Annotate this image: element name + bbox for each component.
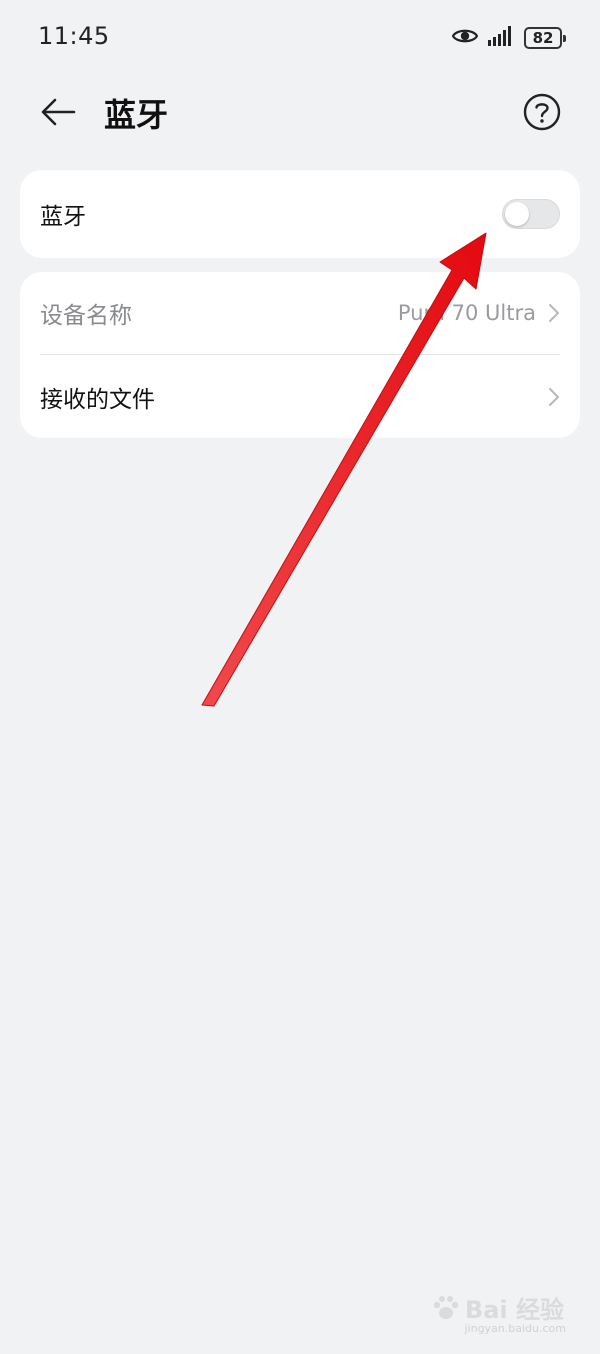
device-card: 设备名称 Pura 70 Ultra 接收的文件 [20, 272, 580, 438]
signal-icon [488, 26, 514, 50]
device-name-label: 设备名称 [40, 303, 132, 329]
device-name-value: Pura 70 Ultra [397, 301, 536, 325]
help-icon [523, 93, 561, 131]
eye-icon [451, 27, 479, 49]
bluetooth-toggle[interactable] [502, 199, 560, 229]
title-bar: 蓝牙 [0, 80, 600, 144]
toggle-knob [505, 202, 529, 226]
chevron-right-icon [549, 387, 559, 406]
status-bar: 11:45 82 [0, 0, 600, 76]
chevron-right-icon [549, 304, 559, 322]
device-name-right: Pura 70 Ultra [398, 301, 560, 325]
received-files-label: 接收的文件 [40, 386, 155, 413]
page-title: 蓝牙 [104, 96, 169, 134]
bluetooth-row: 蓝牙 [40, 170, 560, 258]
back-arrow-icon [41, 98, 76, 126]
status-icons: 82 [451, 24, 566, 52]
bluetooth-card: 蓝牙 [20, 170, 580, 258]
paw-icon [433, 1295, 459, 1319]
battery-icon: 82 [524, 27, 566, 49]
battery-level: 82 [532, 29, 554, 47]
device-name-row[interactable]: 设备名称 Pura 70 Ultra [40, 272, 560, 354]
received-files-row[interactable]: 接收的文件 [40, 355, 560, 438]
help-button[interactable] [522, 92, 562, 132]
watermark-sub: jingyan.baidu.com [464, 1322, 566, 1335]
back-button[interactable] [36, 92, 80, 132]
bluetooth-label: 蓝牙 [40, 204, 86, 230]
watermark: Bai 经验 [431, 1290, 564, 1325]
status-time: 11:45 [38, 22, 110, 50]
watermark-text: Bai 经验 [464, 1296, 564, 1324]
